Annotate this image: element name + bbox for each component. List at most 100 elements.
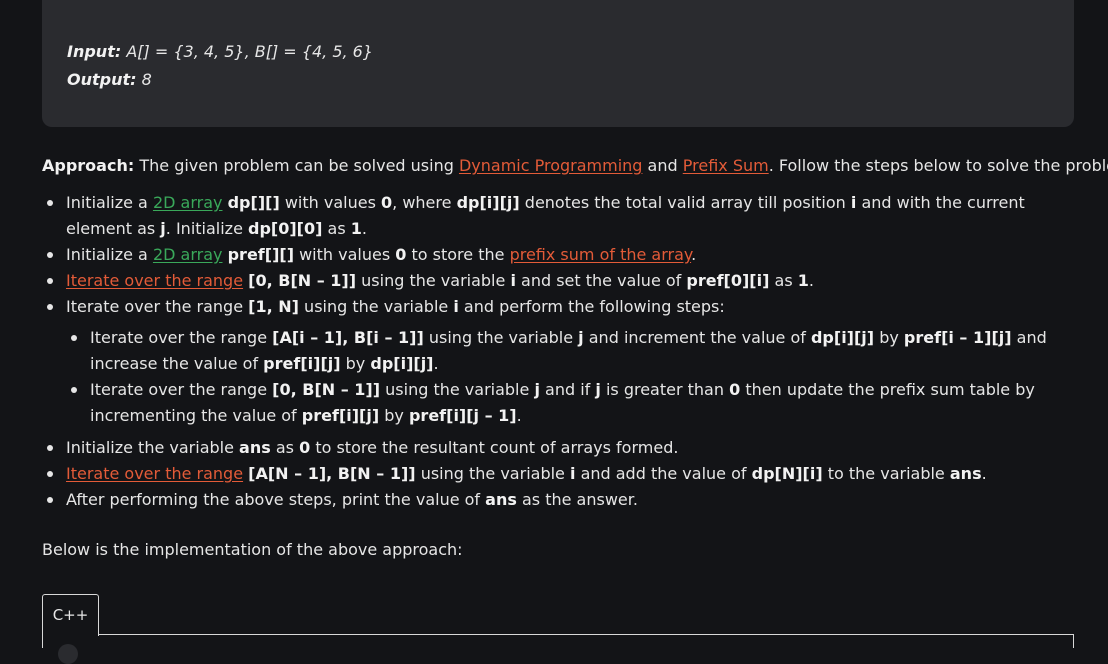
step-text: Initialize a [66, 193, 148, 212]
code-term: pref[i – 1][j] [903, 328, 1012, 347]
step-text: and if [545, 380, 591, 399]
step-text: Initialize the variable [66, 438, 234, 457]
prefix-sum-array-link[interactable]: prefix sum of the array [510, 245, 692, 264]
step-text: as the answer. [521, 490, 638, 509]
code-term: ans [485, 490, 517, 509]
step-7: After performing the above steps, print … [42, 487, 1082, 513]
code-term: i [850, 193, 857, 212]
step-text: with values [299, 245, 391, 264]
code-term: pref[i][j] [263, 354, 341, 373]
implementation-intro: Below is the implementation of the above… [42, 540, 463, 559]
approach-text: The given problem can be solved using [139, 156, 454, 175]
code-term: dp[N][i] [751, 464, 823, 483]
code-term: ans [949, 464, 982, 483]
iterate-range-link[interactable]: Iterate over the range [66, 271, 243, 290]
approach-text: . Follow the steps below to solve the pr… [768, 156, 1108, 175]
example-input: Input: A[] = {3, 4, 5}, B[] = {4, 5, 6} [67, 38, 1074, 66]
code-term: pref[0][i] [686, 271, 770, 290]
step-text: to store the resultant count of arrays f… [315, 438, 679, 457]
step-4: Iterate over the range [1, N] using the … [42, 294, 1082, 429]
step-text: using the variable [385, 380, 530, 399]
step-text: to the variable [827, 464, 945, 483]
step-text: Iterate over the range [90, 380, 268, 399]
code-term: i [453, 297, 459, 316]
code-toolbar-icon[interactable] [58, 644, 78, 664]
step-text: as [774, 271, 793, 290]
step-text: After performing the above steps, print … [66, 490, 481, 509]
step-text: . [433, 354, 439, 373]
step-text: , where [392, 193, 452, 212]
step-text: . [691, 245, 697, 264]
code-term: dp[i][j] [810, 328, 875, 347]
code-term: i [569, 464, 576, 483]
code-term: dp[i][j] [370, 354, 434, 373]
dynamic-programming-link[interactable]: Dynamic Programming [459, 156, 642, 175]
code-term: pref[i][j] [301, 406, 380, 425]
iterate-range-link[interactable]: Iterate over the range [66, 464, 243, 483]
code-term: dp[i][j] [456, 193, 520, 212]
step-text: and increment the value of [588, 328, 806, 347]
approach-text: and [647, 156, 678, 175]
step-text: by [384, 406, 404, 425]
code-term: [1, N] [248, 297, 299, 316]
step-text: and set the value of [521, 271, 682, 290]
step-text: to store the [411, 245, 505, 264]
step-text: as [275, 438, 294, 457]
code-term: 1 [350, 219, 362, 238]
step-text: is greater than [605, 380, 724, 399]
step-text: and perform the following steps: [463, 297, 725, 316]
step-text: and add the value of [580, 464, 747, 483]
step-5: Initialize the variable ans as 0 to stor… [42, 435, 1082, 461]
code-panel [42, 635, 1074, 648]
2d-array-link[interactable]: 2D array [153, 193, 223, 212]
code-term: j [578, 328, 584, 347]
code-term: dp[0][0] [248, 219, 323, 238]
code-term: dp[][] [227, 193, 280, 212]
step-text: using the variable [304, 297, 449, 316]
approach-label: Approach: [42, 156, 135, 175]
sub-steps-list: Iterate over the range [A[i – 1], B[i – … [66, 325, 1082, 429]
code-term: pref[][] [227, 245, 294, 264]
step-text: using the variable [428, 328, 574, 347]
approach-paragraph: Approach: The given problem can be solve… [42, 153, 1108, 179]
code-term: 0 [729, 380, 741, 399]
step-text: . [808, 271, 814, 290]
code-term: ans [239, 438, 271, 457]
code-term: j [595, 380, 601, 399]
code-term: 0 [395, 245, 407, 264]
example-box: Input: A[] = {3, 4, 5}, B[] = {4, 5, 6} … [42, 0, 1074, 127]
step-text: Iterate over the range [66, 297, 244, 316]
code-term: [A[N – 1], B[N – 1]] [248, 464, 416, 483]
step-text: using the variable [420, 464, 565, 483]
2d-array-link[interactable]: 2D array [153, 245, 223, 264]
step-text: . [361, 219, 367, 238]
step-text: as [327, 219, 346, 238]
step-text: . Initialize [165, 219, 243, 238]
step-1: Initialize a 2D array dp[][] with values… [42, 190, 1082, 242]
sub-step-2: Iterate over the range [0, B[N – 1]] usi… [66, 377, 1082, 429]
input-value: A[] = {3, 4, 5}, B[] = {4, 5, 6} [126, 42, 374, 61]
code-term: [0, B[N – 1]] [272, 380, 381, 399]
step-2: Initialize a 2D array pref[][] with valu… [42, 242, 1082, 268]
step-text: . [516, 406, 522, 425]
code-term: j [534, 380, 540, 399]
step-text: by [345, 354, 366, 373]
step-text: Iterate over the range [90, 328, 268, 347]
code-term: i [510, 271, 516, 290]
code-term: 1 [797, 271, 809, 290]
step-text: . [981, 464, 987, 483]
prefix-sum-link[interactable]: Prefix Sum [683, 156, 769, 175]
example-output: Output: 8 [67, 66, 1074, 94]
steps-list: Initialize a 2D array dp[][] with values… [42, 190, 1082, 513]
tab-cpp[interactable]: C++ [42, 594, 99, 636]
sub-step-1: Iterate over the range [A[i – 1], B[i – … [66, 325, 1082, 377]
step-6: Iterate over the range [A[N – 1], B[N – … [42, 461, 1082, 487]
step-text: using the variable [361, 271, 506, 290]
code-term: pref[i][j – 1] [408, 406, 517, 425]
step-text: denotes the total valid array till posit… [524, 193, 846, 212]
code-term: [A[i – 1], B[i – 1]] [272, 328, 424, 347]
input-label: Input: [67, 42, 122, 61]
step-3: Iterate over the range [0, B[N – 1]] usi… [42, 268, 1082, 294]
code-term: [0, B[N – 1]] [248, 271, 357, 290]
output-value: 8 [141, 70, 152, 89]
